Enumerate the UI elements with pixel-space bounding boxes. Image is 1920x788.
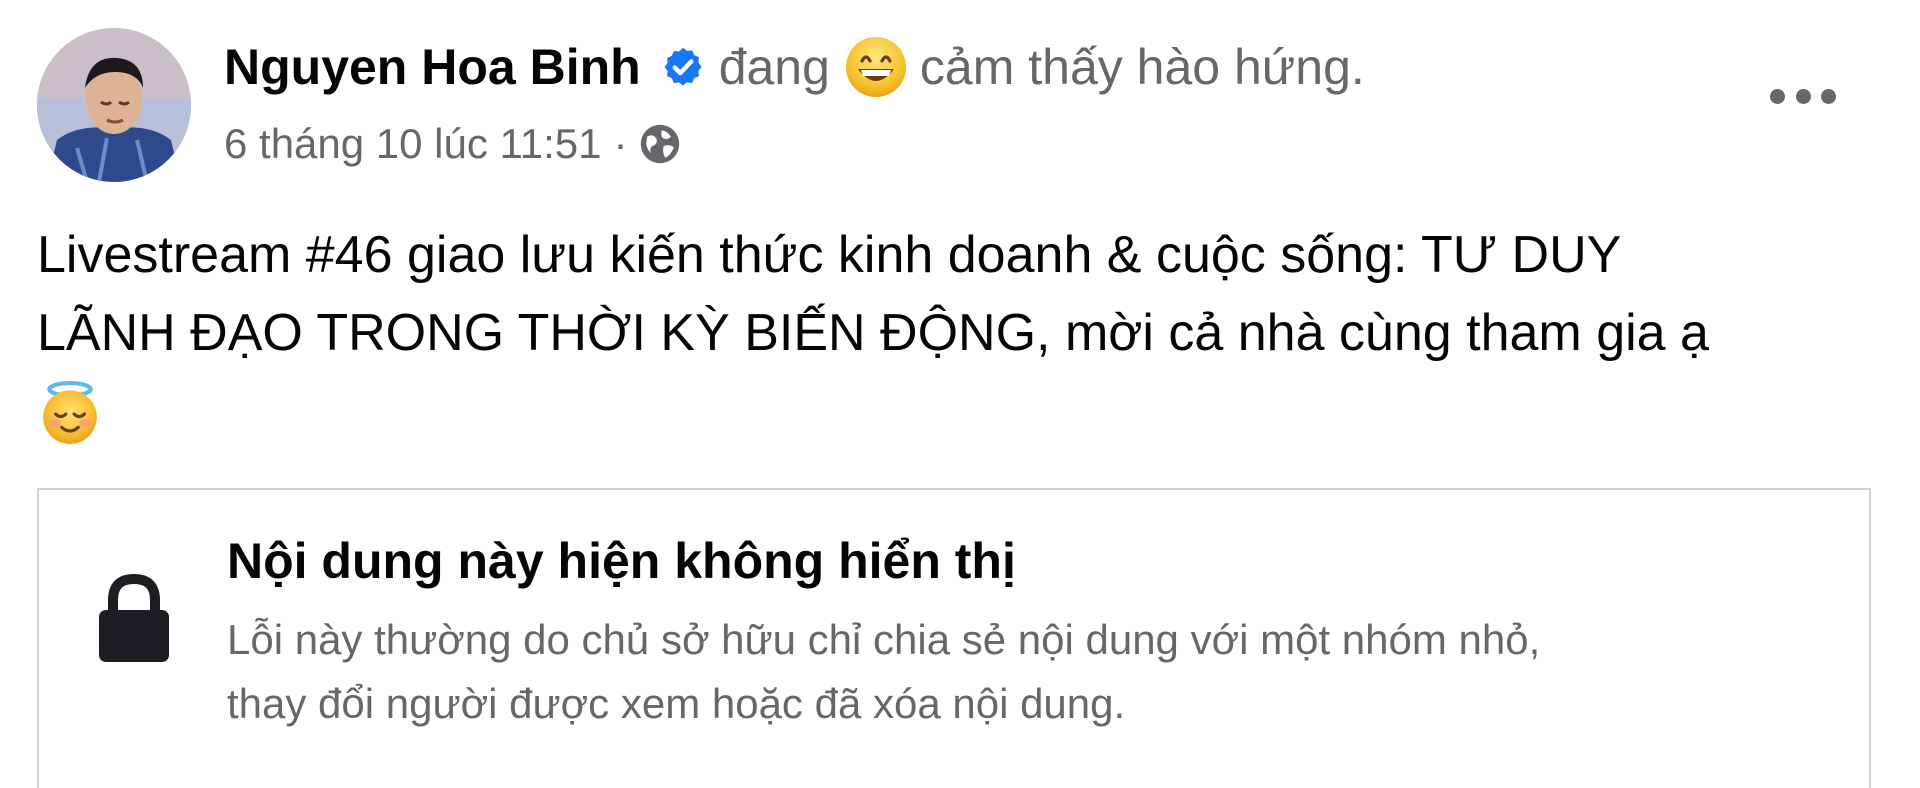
post-body-text: Livestream #46 giao lưu kiến thức kinh d… [37,216,1837,372]
lock-icon [99,573,169,662]
post-text-line: LÃNH ĐẠO TRONG THỜI KỲ BIẾN ĐỘNG, mời cả… [37,304,1709,362]
post-meta: 6 tháng 10 lúc 11:51 · [224,116,682,172]
more-dot-icon [1795,88,1811,104]
notice-description: Lỗi này thường do chủ sở hữu chỉ chia sẻ… [227,608,1847,736]
more-options-button[interactable] [1770,78,1836,114]
notice-description-line: Lỗi này thường do chủ sở hữu chỉ chia sẻ… [227,616,1541,663]
smiling-face-with-halo-emoji [43,381,97,444]
grinning-face-emoji [845,37,906,97]
post-timestamp[interactable]: 6 tháng 10 lúc 11:51 [224,120,602,168]
notice-description-line: thay đổi người được xem hoặc đã xóa nội … [227,680,1126,727]
avatar[interactable] [37,28,191,182]
post-header: Nguyen Hoa Binh đang cảm thấy hào hứng. [224,30,1365,104]
post-text-line: Livestream #46 giao lưu kiến thức kinh d… [37,226,1622,284]
more-dot-icon [1821,88,1836,104]
author-name[interactable]: Nguyen Hoa Binh [224,38,641,96]
notice-title: Nội dung này hiện không hiển thị [227,533,1016,589]
avatar-image [37,28,191,182]
verified-badge-icon [664,47,702,86]
feeling-prefix: đang [718,39,830,95]
feeling-text[interactable]: cảm thấy hào hứng. [920,38,1365,96]
globe-icon[interactable] [638,122,682,166]
facebook-post: Nguyen Hoa Binh đang cảm thấy hào hứng. … [0,0,1920,788]
content-unavailable-card: Nội dung này hiện không hiển thị Lỗi này… [37,488,1871,788]
meta-separator: · [613,120,628,167]
more-dot-icon [1770,88,1785,104]
